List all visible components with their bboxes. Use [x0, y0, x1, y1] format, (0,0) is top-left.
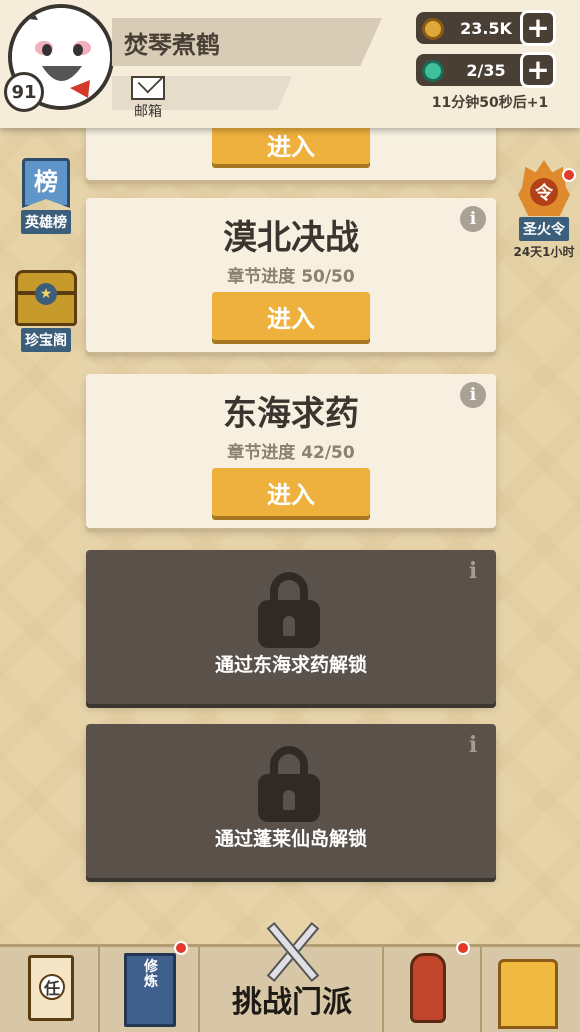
notification-dot	[174, 941, 188, 955]
lock-icon	[258, 572, 320, 648]
locked-chapter-card: i 通过东海求药解锁	[86, 550, 496, 704]
progress-label: 章节进度	[227, 443, 296, 463]
train-label: 修炼	[144, 959, 158, 991]
unlock-condition: 通过东海求药解锁	[214, 654, 367, 676]
nav-train-button[interactable]: 修炼	[100, 941, 200, 1032]
stamina-timer: 11分钟50秒后+1	[431, 95, 549, 111]
locked-chapter-card: i 通过蓬莱仙岛解锁	[86, 724, 496, 878]
notification-dot	[456, 941, 470, 955]
stamina-counter: 2/35 +	[416, 52, 556, 88]
enter-button[interactable]: 进入	[212, 468, 370, 516]
mail-icon	[131, 76, 165, 100]
lock-icon	[258, 746, 320, 822]
level-badge: 91	[4, 72, 44, 112]
progress-label: 章节进度	[227, 267, 296, 287]
treasure-pavilion-button[interactable]: ★ 珍宝阁	[10, 270, 82, 352]
holy-fire-order-button[interactable]: 令 圣火令 24天1小时	[508, 160, 580, 260]
swords-icon	[258, 917, 324, 987]
bottom-nav: 任 修炼 挑战门派	[0, 921, 580, 1032]
enter-button[interactable]: 进入	[212, 124, 370, 164]
add-stamina-button[interactable]: +	[520, 52, 556, 88]
player-name: 焚琴煮鹤	[112, 18, 382, 66]
progress-value: 50/50	[301, 267, 355, 287]
book-icon: 修炼	[124, 953, 176, 1027]
hero-rank-button[interactable]: 榜 英雄榜	[14, 158, 78, 234]
chapter-card: i 东海求药 章节进度 42/50 进入	[86, 374, 496, 528]
nav-task-button[interactable]: 任	[0, 947, 100, 1032]
chapter-card: i 漠北决战 章节进度 50/50 进入	[86, 198, 496, 352]
hero-rank-label: 英雄榜	[21, 210, 71, 234]
chapter-progress: 章节进度 50/50	[86, 262, 496, 287]
progress-value: 42/50	[301, 443, 355, 463]
holy-fire-time: 24天1小时	[513, 245, 575, 259]
chapter-title: 漠北决战	[223, 218, 359, 258]
bottle-icon	[410, 953, 446, 1023]
mail-button[interactable]: 邮箱	[124, 76, 172, 121]
treasure-pavilion-label: 珍宝阁	[21, 328, 71, 352]
info-icon[interactable]: i	[460, 732, 486, 758]
fire-badge-icon: 令	[518, 160, 570, 216]
chapter-title: 东海求药	[223, 394, 359, 434]
info-icon[interactable]: i	[460, 558, 486, 584]
jade-icon	[422, 60, 444, 82]
chapter-progress: 章节进度 42/50	[86, 438, 496, 463]
shop-chest-icon	[498, 959, 558, 1029]
scroll-icon: 任	[28, 955, 74, 1021]
stamina-value: 2/35	[466, 60, 506, 80]
coin-icon	[422, 18, 444, 40]
coin-counter: 23.5K +	[416, 10, 556, 46]
add-coins-button[interactable]: +	[520, 10, 556, 46]
fire-char: 令	[530, 178, 558, 206]
player-header: 91 焚琴煮鹤 邮箱 23.5K + 2/35 + 11分钟50秒后+1	[0, 0, 580, 128]
enter-button[interactable]: 进入	[212, 292, 370, 340]
mail-label: 邮箱	[134, 104, 162, 120]
treasure-chest-icon: ★	[15, 270, 77, 326]
notification-dot	[562, 168, 576, 182]
task-char: 任	[39, 974, 65, 1000]
holy-fire-label: 圣火令	[519, 217, 569, 241]
coin-value: 23.5K	[460, 18, 512, 38]
rank-flag-icon: 榜	[22, 158, 70, 208]
unlock-condition: 通过蓬莱仙岛解锁	[214, 828, 367, 850]
